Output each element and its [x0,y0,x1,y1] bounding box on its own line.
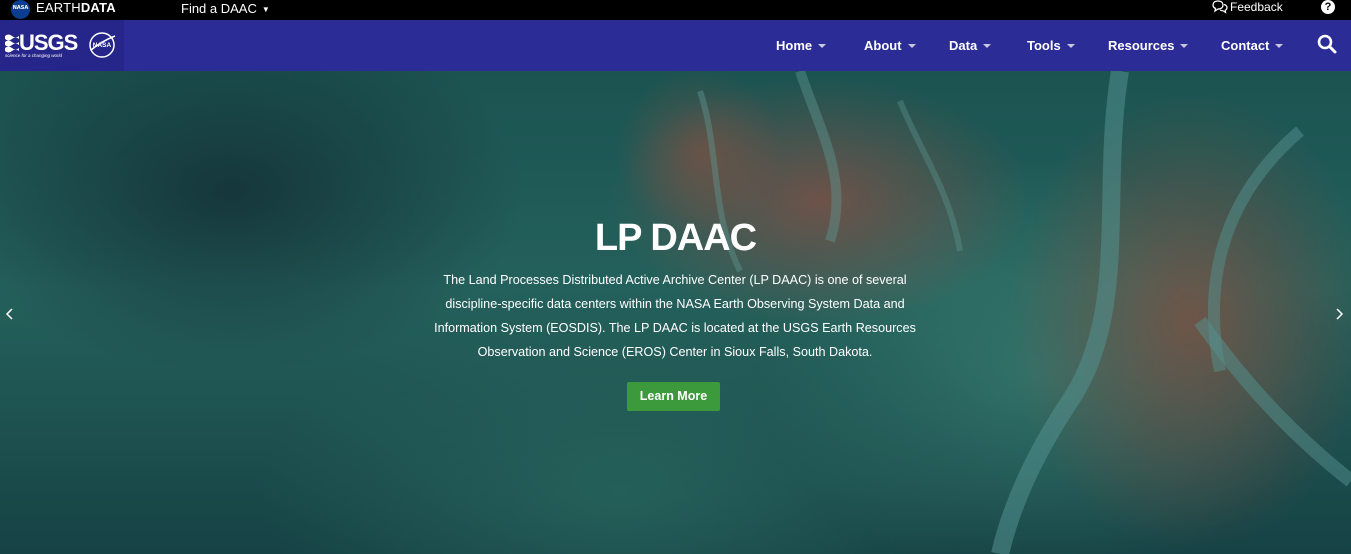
search-icon [1317,34,1337,54]
caret-down-icon [983,44,992,48]
nav-tools[interactable]: Tools [1027,38,1075,53]
nasa-meatball-icon[interactable]: NASA [11,0,30,19]
nav-home[interactable]: Home [776,38,827,53]
caret-down-icon [1180,44,1189,48]
nav-about[interactable]: About [864,38,916,53]
usgs-logo[interactable]: USGS science for a changing world [5,32,78,60]
caret-down-icon [1066,44,1075,48]
nav-data[interactable]: Data [949,38,992,53]
usgs-wordmark: USGS [19,30,78,55]
main-navbar: USGS science for a changing world NASA H… [0,20,1351,71]
earthdata-title-light: EARTH [36,0,81,15]
chat-bubble-icon [1212,0,1228,14]
nav-home-label: Home [776,38,813,53]
search-button[interactable] [1317,34,1337,54]
caret-down-icon [818,44,827,48]
learn-more-button[interactable]: Learn More [627,382,720,411]
feedback-link[interactable]: Feedback [1212,0,1283,15]
chevron-left-icon [5,308,13,320]
feedback-label: Feedback [1230,0,1283,14]
find-daac-label: Find a DAAC [181,1,257,16]
find-daac-dropdown[interactable]: Find a DAAC ▼ [181,1,270,18]
earthdata-title-bold: DATA [80,0,116,15]
nasa-logo[interactable]: NASA [88,31,116,59]
hero-description: The Land Processes Distributed Active Ar… [434,273,916,359]
carousel-next-arrow[interactable] [1333,306,1345,322]
logo-block: USGS science for a changing world NASA [0,20,124,71]
nasa-logo-text: NASA [93,42,112,49]
nav-contact[interactable]: Contact [1221,38,1284,53]
nasa-mark-text: NASA [12,5,29,11]
nav-tools-label: Tools [1027,38,1061,53]
caret-down-icon: ▼ [261,4,270,14]
nav-contact-label: Contact [1221,38,1270,53]
nav-data-label: Data [949,38,978,53]
hero-carousel: LP DAAC The Land Processes Distributed A… [0,71,1351,554]
chevron-right-icon [1336,308,1344,320]
help-icon[interactable]: ? [1321,0,1335,14]
caret-down-icon [907,44,916,48]
nav-about-label: About [864,38,902,53]
usgs-wave-icon [5,34,19,53]
nasa-logo-icon: NASA [89,32,116,58]
usgs-tagline: science for a changing world [5,53,63,58]
nav-resources[interactable]: Resources [1108,38,1189,53]
caret-down-icon [1275,44,1284,48]
earthdata-topbar: NASA EARTHDATA Find a DAAC ▼ Feedback ? [0,0,1351,20]
hero-title: LP DAAC [594,217,757,259]
nav-resources-label: Resources [1108,38,1175,53]
earthdata-title[interactable]: EARTHDATA [36,0,116,16]
carousel-prev-arrow[interactable] [4,306,16,322]
